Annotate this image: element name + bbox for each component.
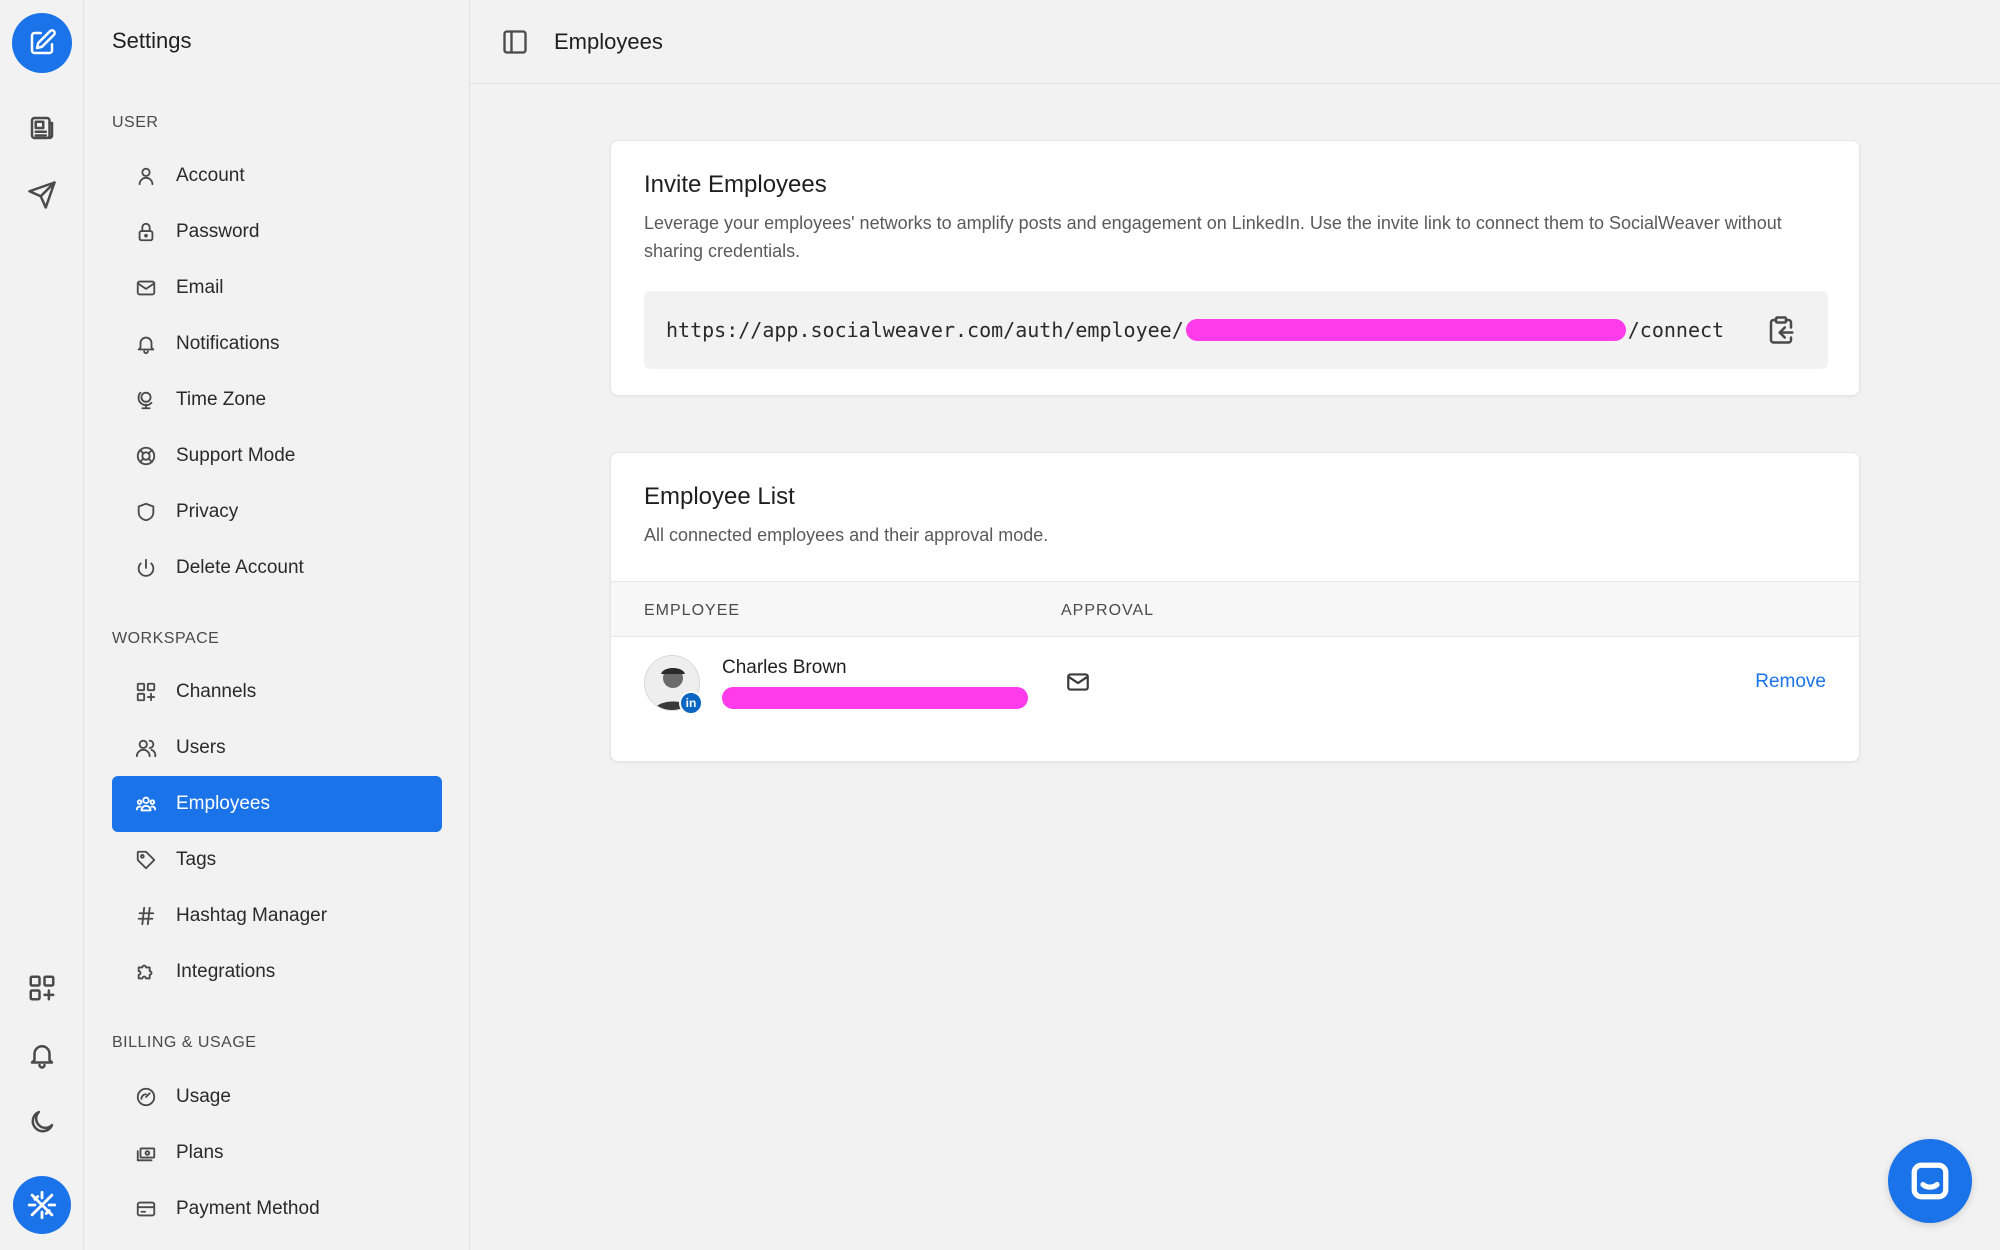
clipboard-copy-icon: [1769, 316, 1794, 344]
table-row: in Charles Brown Remove: [611, 637, 1859, 731]
employee-list-card: Employee List All connected employees an…: [610, 452, 1860, 762]
lock-icon: [138, 222, 154, 242]
power-icon: [137, 558, 155, 577]
sidebar-item-label: Users: [176, 737, 226, 758]
workspace-logo[interactable]: [13, 1176, 71, 1234]
shield-icon: [137, 502, 155, 522]
sidebar-item-email[interactable]: Email: [112, 260, 442, 316]
sidebar-item-label: Password: [176, 221, 260, 242]
table-header: EMPLOYEE APPROVAL: [611, 581, 1859, 637]
sidebar-item-label: Support Mode: [176, 445, 296, 466]
sidebar-item-label: Email: [176, 277, 224, 298]
toggle-sidebar-button[interactable]: [500, 27, 530, 57]
apps-add-icon: [136, 682, 156, 702]
sidebar-item-label: Payment Method: [176, 1198, 320, 1219]
sidebar-item-account[interactable]: Account: [112, 148, 442, 204]
users-icon: [135, 739, 157, 758]
sidebar-item-label: Delete Account: [176, 557, 304, 578]
sidebar-item-integrations[interactable]: Integrations: [112, 944, 442, 1000]
sidebar-item-label: Usage: [176, 1086, 231, 1107]
sidebar-item-employees[interactable]: Employees: [112, 776, 442, 832]
sidebar-item-label: Hashtag Manager: [176, 905, 328, 926]
edit-icon: [30, 29, 56, 55]
invite-employees-card: Invite Employees Leverage your employees…: [610, 140, 1860, 396]
puzzle-icon: [137, 964, 153, 980]
sidebar-item-hashtag-manager[interactable]: Hashtag Manager: [112, 888, 442, 944]
sidebar-item-label: Privacy: [176, 501, 239, 522]
newspaper-icon: [30, 116, 54, 140]
remove-employee-button[interactable]: Remove: [1755, 671, 1826, 693]
tag-icon: [136, 850, 156, 870]
chat-icon: [1911, 1162, 1949, 1200]
sidebar-item-payment-method[interactable]: Payment Method: [112, 1181, 442, 1237]
redacted-email: [722, 687, 1028, 709]
sidebar-item-notifications[interactable]: Notifications: [112, 316, 442, 372]
copy-link-button[interactable]: [1764, 313, 1798, 347]
sidebar-item-plans[interactable]: Plans: [112, 1125, 442, 1181]
logo-icon: [27, 1190, 57, 1220]
linkedin-badge-icon: in: [679, 691, 703, 715]
publish-button[interactable]: [12, 165, 72, 225]
invite-link-field[interactable]: https://app.socialweaver.com/auth/employ…: [644, 291, 1828, 369]
sidebar-item-label: Notifications: [176, 333, 280, 354]
sidebar-item-users[interactable]: Users: [112, 720, 442, 776]
sidebar-item-time-zone[interactable]: Time Zone: [112, 372, 442, 428]
sidebar-panel-icon: [503, 29, 527, 54]
sidebar-item-privacy[interactable]: Privacy: [112, 484, 442, 540]
bell-icon: [30, 1045, 54, 1069]
invite-link-suffix: /connect: [1627, 318, 1725, 342]
sidebar-item-tags[interactable]: Tags: [112, 832, 442, 888]
column-header-employee: EMPLOYEE: [644, 602, 741, 619]
invite-title: Invite Employees: [644, 171, 827, 198]
mail-icon: [1067, 673, 1089, 691]
credit-card-icon: [136, 1201, 156, 1217]
sidebar-item-label: Plans: [176, 1142, 224, 1163]
approval-mode-toggle[interactable]: [1065, 669, 1093, 697]
hashtag-icon: [137, 906, 155, 926]
sidebar-item-label: Channels: [176, 681, 257, 702]
sidebar-item-support-mode[interactable]: Support Mode: [112, 428, 442, 484]
lifebuoy-icon: [136, 446, 156, 466]
sidebar-item-label: Tags: [176, 849, 217, 870]
sidebar-item-delete-account[interactable]: Delete Account: [112, 540, 442, 596]
sidebar-item-channels[interactable]: Channels: [112, 664, 442, 720]
send-icon: [28, 181, 56, 209]
page-header: Employees: [470, 0, 2000, 84]
redacted-token: [1185, 319, 1626, 341]
bell-icon: [137, 336, 155, 355]
invite-link-prefix: https://app.socialweaver.com/auth/employ…: [666, 318, 1184, 342]
globe-stand-icon: [137, 391, 153, 410]
chat-launcher-button[interactable]: [1888, 1139, 1972, 1223]
money-icon: [136, 1147, 156, 1162]
moon-icon: [31, 1110, 54, 1133]
employee-list-description: All connected employees and their approv…: [644, 525, 1049, 545]
sidebar-item-label: Integrations: [176, 961, 276, 982]
posts-button[interactable]: [12, 98, 72, 158]
employee-name: Charles Brown: [722, 657, 847, 678]
sidebar-item-usage[interactable]: Usage: [112, 1069, 442, 1125]
section-label-billing: BILLING & USAGE: [112, 1034, 257, 1051]
mail-icon: [136, 280, 156, 296]
section-label-user: USER: [112, 114, 159, 131]
team-icon: [135, 796, 157, 812]
page-title: Employees: [554, 28, 663, 54]
gauge-icon: [136, 1087, 156, 1107]
compose-button[interactable]: [12, 13, 72, 73]
theme-toggle[interactable]: [12, 1092, 72, 1152]
invite-description: Leverage your employees' networks to amp…: [644, 213, 1782, 261]
sidebar-item-label: Time Zone: [176, 389, 267, 410]
sidebar-item-label: Employees: [176, 793, 270, 814]
sidebar-title: Settings: [112, 28, 192, 53]
sidebar-item-label: Account: [176, 165, 245, 186]
apps-add-icon: [29, 975, 55, 1001]
employee-list-title: Employee List: [644, 483, 795, 510]
user-icon: [138, 167, 154, 186]
app-rail: [0, 0, 84, 1250]
settings-sidebar: Settings USER Account Password Email Not…: [84, 0, 470, 1250]
column-header-approval: APPROVAL: [1061, 602, 1155, 619]
sidebar-item-password[interactable]: Password: [112, 204, 442, 260]
apps-button[interactable]: [12, 958, 72, 1018]
notifications-button[interactable]: [12, 1025, 72, 1085]
section-label-workspace: WORKSPACE: [112, 630, 220, 647]
